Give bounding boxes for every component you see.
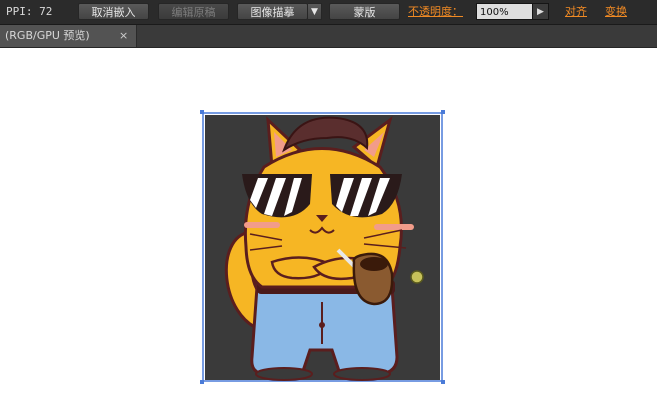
image-trace-dropdown-icon[interactable]: ▼	[308, 3, 322, 20]
document-tab-label: (RGB/GPU 预览)	[5, 29, 90, 42]
align-link[interactable]: 对齐	[565, 3, 587, 20]
unembed-button[interactable]: 取消嵌入	[78, 3, 149, 20]
selection-handle-top-left[interactable]	[200, 110, 204, 114]
close-icon[interactable]: ×	[119, 25, 128, 47]
opacity-input[interactable]: 100%	[476, 3, 533, 20]
ppi-readout: PPI: 72	[6, 5, 53, 18]
transform-link[interactable]: 变换	[605, 3, 627, 20]
cat-illustration	[202, 112, 443, 382]
placed-image[interactable]	[200, 110, 445, 384]
image-trace-button[interactable]: 图像描摹	[237, 3, 308, 20]
document-tab-bar: (RGB/GPU 预览) ×	[0, 25, 657, 48]
opacity-label-link[interactable]: 不透明度：	[408, 3, 463, 20]
selection-handle-bottom-left[interactable]	[200, 380, 204, 384]
control-bar: PPI: 72 取消嵌入 编辑原稿 图像描摹 ▼ 蒙版 不透明度： 100% ▶…	[0, 0, 657, 25]
selection-handle-bottom-right[interactable]	[441, 380, 445, 384]
edit-original-button[interactable]: 编辑原稿	[158, 3, 229, 20]
selection-handle-top-right[interactable]	[441, 110, 445, 114]
opacity-arrow-icon[interactable]: ▶	[533, 3, 549, 20]
document-tab[interactable]: (RGB/GPU 预览) ×	[0, 25, 137, 47]
mask-button[interactable]: 蒙版	[329, 3, 400, 20]
